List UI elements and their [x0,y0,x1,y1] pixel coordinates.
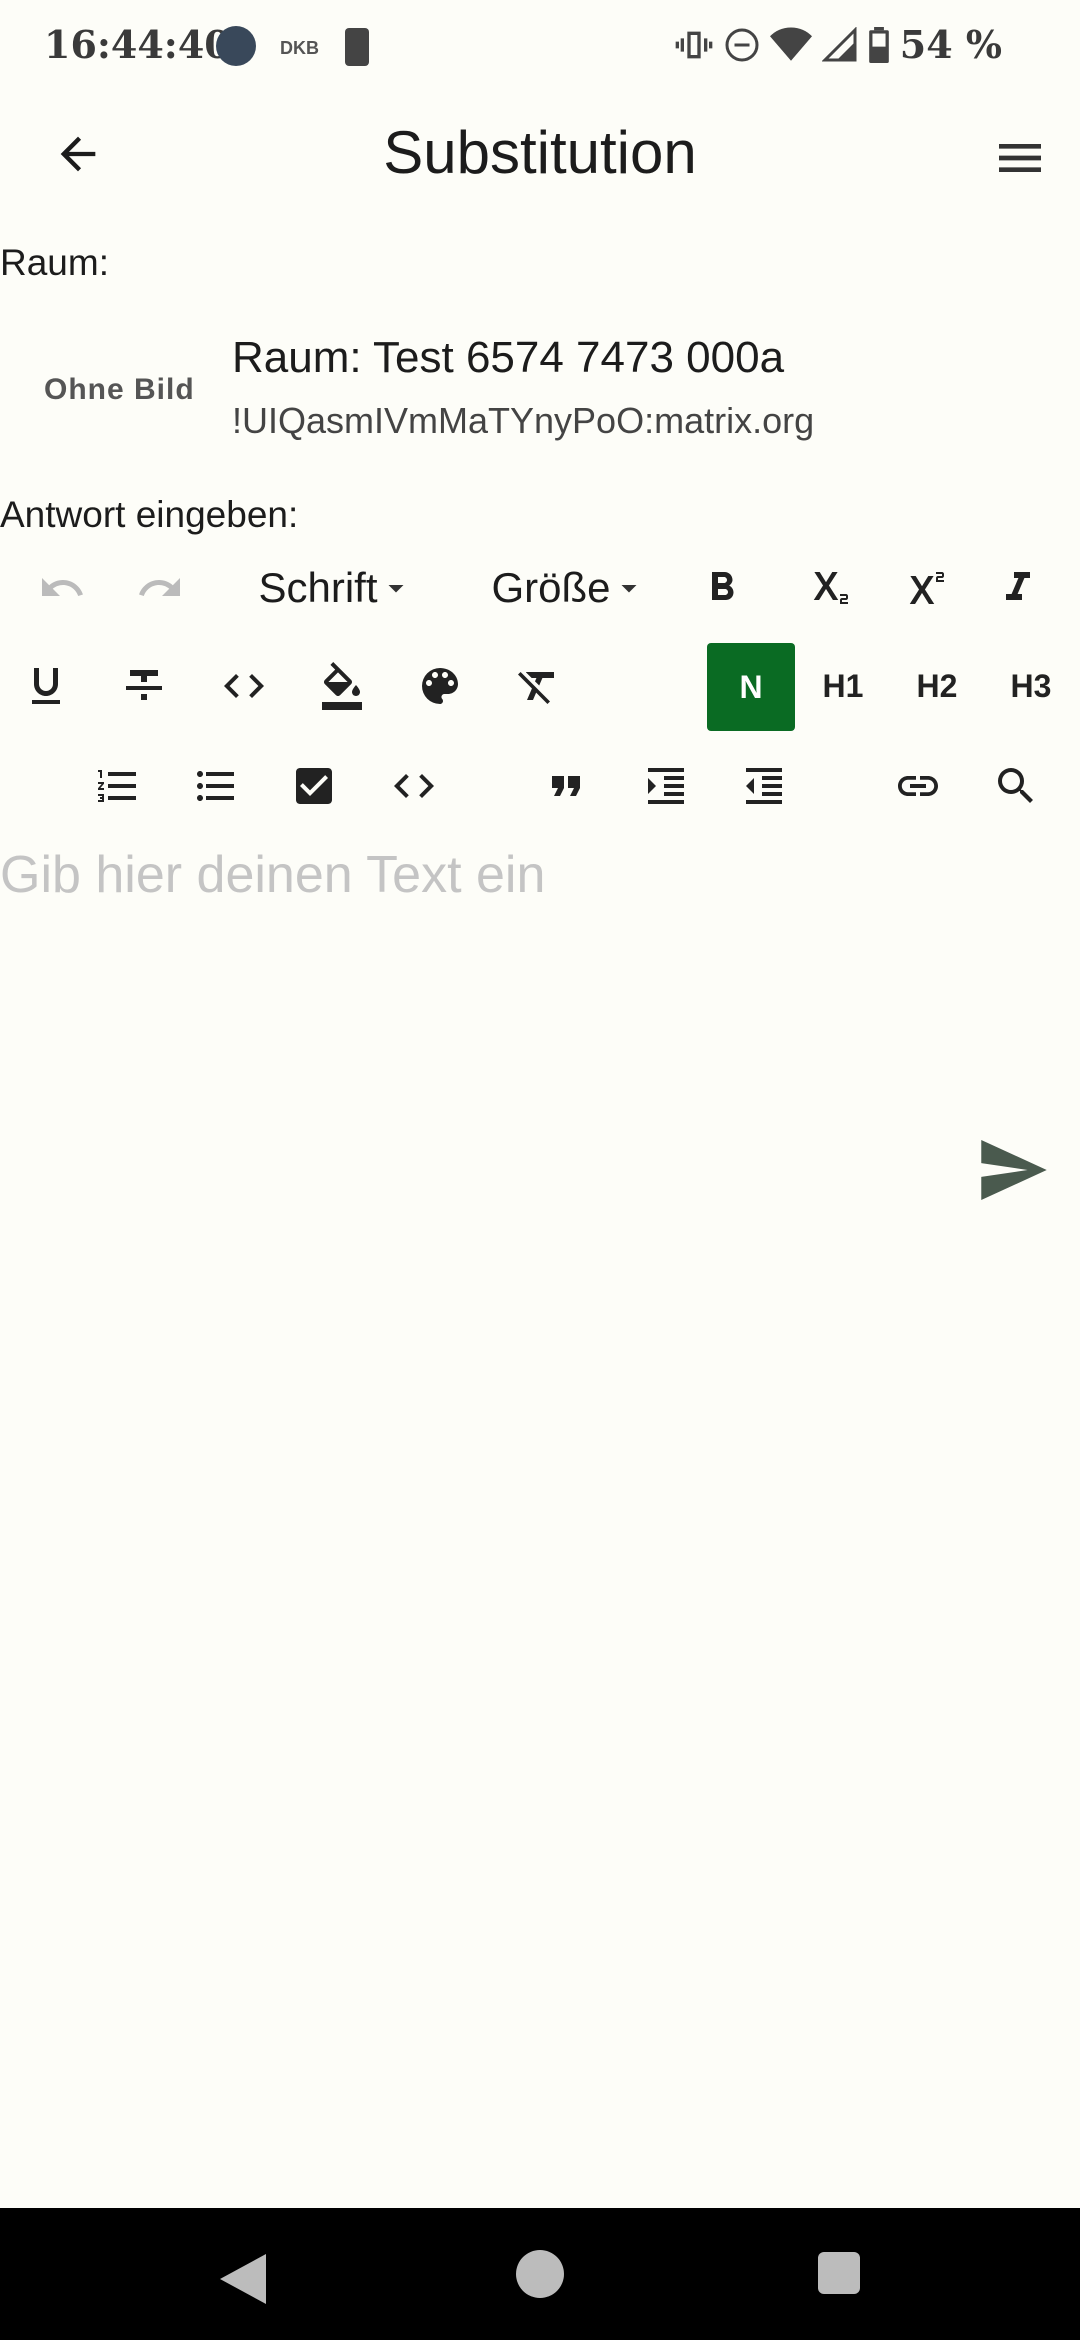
palette-icon [422,668,458,704]
heading-n-label: N [739,668,763,705]
room-id: !UIQasmIVmMaTYnyPoO:matrix.org [232,400,815,441]
code-block-icon [394,774,434,798]
subscript-icon [813,572,848,604]
quote-icon [552,776,580,796]
numbered-list-icon [98,770,136,802]
fill-color-button[interactable] [310,654,374,718]
italic-icon [1006,572,1030,600]
text-color-button[interactable] [408,654,472,718]
send-button[interactable] [980,1140,1050,1200]
nav-recents-icon[interactable] [818,2252,860,2294]
heading-h1-button[interactable]: H1 [808,654,878,718]
battery-icon [868,26,889,63]
undo-icon [42,578,83,596]
page-title: Substitution [383,119,697,186]
notification-dkb-label: DKB [280,38,319,58]
room-avatar-placeholder: Ohne Bild [44,373,195,406]
link-icon [898,776,938,796]
room-name: Raum: Test 6574 7473 000a [232,333,785,382]
battery-percent: 54 % [899,22,1002,67]
clear-format-icon [518,672,554,704]
redo-icon [139,578,180,596]
menu-button[interactable] [988,126,1052,190]
nav-back-icon[interactable] [220,2254,266,2304]
indent-icon [648,768,684,804]
vibrate-icon [675,31,713,58]
bullet-list-icon [197,771,234,801]
heading-h1-label: H1 [822,667,864,704]
send-icon [981,1140,1047,1200]
code-icon [224,674,264,698]
checkbox-button[interactable] [282,754,346,818]
italic-button[interactable] [986,556,1050,620]
underline-button[interactable] [14,654,78,718]
heading-h3-label: H3 [1010,667,1052,704]
bullet-list-button[interactable] [184,754,248,818]
heading-n-button[interactable]: N [707,643,795,731]
caret-down-icon [621,585,637,593]
checkbox-icon [296,768,332,804]
heading-h2-label: H2 [916,667,958,704]
clear-format-button[interactable] [506,654,570,718]
reply-label: Antwort eingeben: [0,494,299,535]
wifi-icon [769,27,812,61]
numbered-list-button[interactable] [86,754,150,818]
nav-home-icon[interactable] [516,2250,564,2298]
bold-button[interactable] [690,556,754,620]
size-dropdown[interactable]: Größe [484,556,654,620]
code-block-button[interactable] [382,754,446,818]
strikethrough-icon [126,670,162,700]
redo-button[interactable] [128,556,192,620]
room-label: Raum: [0,242,109,283]
heading-h2-button[interactable]: H2 [902,654,972,718]
search-icon [998,768,1033,803]
heading-h3-button[interactable]: H3 [996,654,1066,718]
hamburger-menu-icon [999,144,1041,172]
size-dropdown-label: Größe [491,564,611,611]
font-dropdown-label: Schrift [258,564,378,611]
undo-button[interactable] [30,556,94,620]
sim-icon [345,28,369,66]
dnd-icon [725,28,759,61]
search-button[interactable] [984,754,1048,818]
fill-color-icon [322,662,362,710]
quote-button[interactable] [534,754,598,818]
caret-down-icon [388,585,404,593]
bold-icon [712,572,734,600]
superscript-icon [909,572,944,604]
outdent-icon [746,768,782,804]
indent-button[interactable] [634,754,698,818]
link-button[interactable] [886,754,950,818]
status-icons: 54 % [674,22,1002,67]
inline-code-button[interactable] [212,654,276,718]
notification-avatar-icon [216,26,256,66]
outdent-button[interactable] [732,754,796,818]
signal-icon [821,26,857,61]
superscript-button[interactable] [890,556,954,620]
status-time: 16:44:40 [44,22,231,67]
underline-icon [32,668,60,704]
strikethrough-button[interactable] [112,654,176,718]
reply-editor-placeholder[interactable]: Gib hier deinen Text ein [0,845,545,905]
subscript-button[interactable] [794,556,858,620]
font-dropdown[interactable]: Schrift [246,556,426,620]
